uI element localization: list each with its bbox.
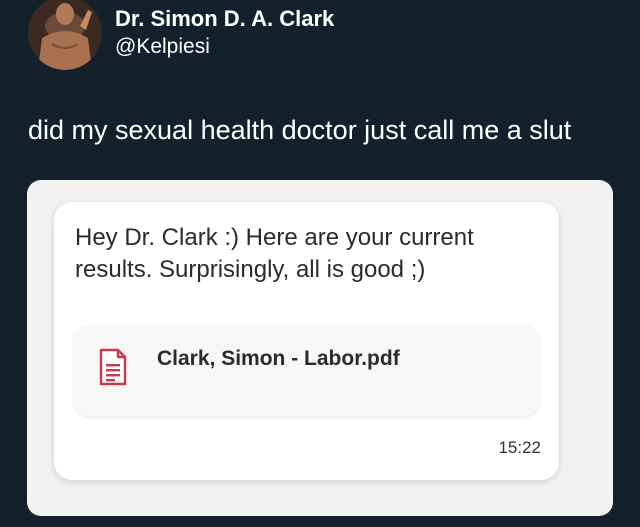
file-attachment[interactable]: Clark, Simon - Labor.pdf [74,326,539,416]
author-info: Dr. Simon D. A. Clark @Kelpiesi [115,5,334,60]
avatar[interactable] [28,0,102,70]
attachment-file-name: Clark, Simon - Labor.pdf [157,347,400,370]
tweet-header: Dr. Simon D. A. Clark @Kelpiesi [28,0,334,72]
message-card: Hey Dr. Clark :) Here are your current r… [54,202,559,480]
attached-image[interactable]: Hey Dr. Clark :) Here are your current r… [27,180,613,516]
message-text: Hey Dr. Clark :) Here are your current r… [75,224,474,283]
author-display-name[interactable]: Dr. Simon D. A. Clark [115,5,334,33]
author-handle[interactable]: @Kelpiesi [115,33,334,60]
tweet-text: did my sexual health doctor just call me… [28,115,572,145]
message-timestamp: 15:22 [498,438,541,457]
pdf-document-icon [99,348,127,386]
